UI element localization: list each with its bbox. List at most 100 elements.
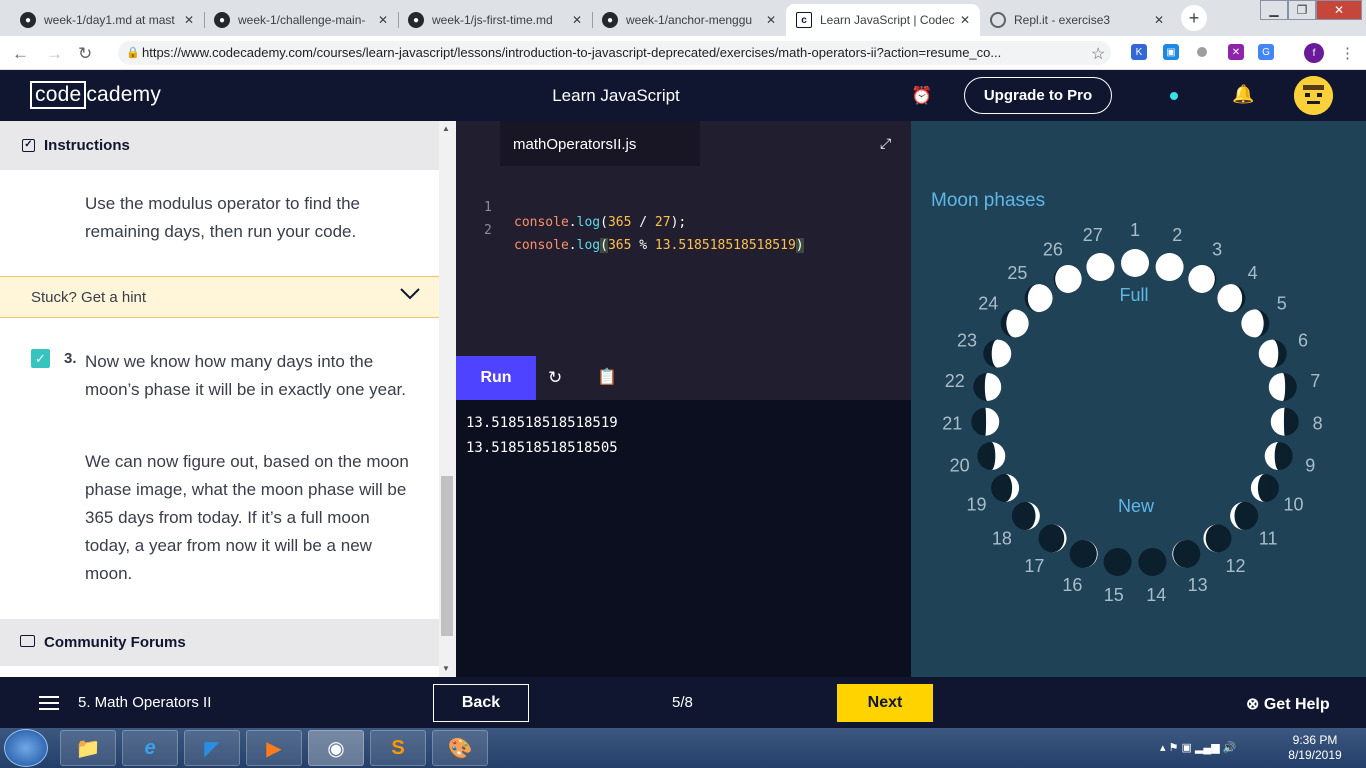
- moon-phase-14: [1138, 547, 1167, 576]
- moon-phase-7: [1268, 372, 1297, 401]
- tab-title: Learn JavaScript | Codec: [820, 13, 954, 27]
- scroll-down-icon[interactable]: ▼: [442, 664, 450, 673]
- instructions-header: ✓ Instructions: [0, 121, 439, 170]
- back-button[interactable]: Back: [433, 684, 529, 722]
- start-button[interactable]: [4, 729, 48, 767]
- moon-day-label: 26: [1043, 239, 1063, 259]
- moon-phase-13: [1172, 539, 1201, 568]
- close-tab-icon[interactable]: ✕: [960, 13, 970, 27]
- get-help-button[interactable]: ⊗ Get Help: [1246, 694, 1330, 714]
- scrollbar-thumb[interactable]: [441, 476, 453, 636]
- code-editor[interactable]: mathOperatorsII.js ⤢ 1 console.log(365 /…: [456, 121, 911, 356]
- moon-phase-5: [1241, 309, 1270, 338]
- clock[interactable]: 9:36 PM 8/19/2019: [1280, 733, 1350, 763]
- media-player-icon[interactable]: ▶: [246, 730, 302, 766]
- chrome-icon[interactable]: ◉: [308, 730, 364, 766]
- menu-kebab-icon[interactable]: ⋮: [1340, 44, 1355, 62]
- url-field[interactable]: 🔒 https://www.codecademy.com/courses/lea…: [118, 41, 1111, 65]
- tab-title: week-1/challenge-main-: [238, 13, 366, 27]
- code-line[interactable]: 2 console.log(365 % 13.518518518518519): [456, 208, 804, 268]
- hint-toggle[interactable]: Stuck? Get a hint: [0, 276, 439, 318]
- moon-day-label: 10: [1283, 495, 1303, 515]
- new-tab-button[interactable]: +: [1181, 5, 1207, 31]
- close-window-button[interactable]: ✕: [1316, 0, 1362, 20]
- lesson-footer: 5. Math Operators II Back 5/8 Next ⊗ Get…: [0, 677, 1366, 728]
- address-bar-row: ← → ↻ 🔒 https://www.codecademy.com/cours…: [0, 36, 1366, 70]
- clock-time: 9:36 PM: [1292, 733, 1338, 747]
- next-button[interactable]: Next: [837, 684, 933, 722]
- upgrade-to-pro-button[interactable]: Upgrade to Pro: [964, 77, 1112, 114]
- close-tab-icon[interactable]: ✕: [378, 13, 388, 27]
- tab-title: Repl.it - exercise3: [1014, 13, 1111, 27]
- community-forums-label: Community Forums: [44, 634, 186, 651]
- scroll-up-icon[interactable]: ▲: [442, 124, 450, 133]
- back-arrow-icon[interactable]: ←: [12, 44, 29, 64]
- maximize-button[interactable]: ❐: [1288, 0, 1316, 20]
- file-tab[interactable]: mathOperatorsII.js: [500, 121, 700, 166]
- reset-icon[interactable]: ↻: [548, 368, 562, 388]
- moon-day-label: 20: [950, 455, 970, 475]
- minimize-button[interactable]: ▁: [1260, 0, 1288, 20]
- extension-icon[interactable]: K: [1131, 44, 1147, 60]
- extension-icon[interactable]: ✕: [1228, 44, 1244, 60]
- moon-phase-3: [1188, 264, 1217, 293]
- browser-tab-active[interactable]: c Learn JavaScript | Codec ✕: [786, 4, 980, 36]
- moon-phase-25: [1024, 284, 1053, 313]
- sublime-text-icon[interactable]: S: [370, 730, 426, 766]
- internet-explorer-icon[interactable]: e: [122, 730, 178, 766]
- hamburger-menu-icon[interactable]: [39, 696, 59, 710]
- instructions-scrollbar[interactable]: ▲ ▼: [439, 121, 456, 677]
- github-icon: ●: [602, 12, 618, 28]
- lesson-title[interactable]: 5. Math Operators II: [78, 694, 211, 711]
- avatar[interactable]: [1294, 76, 1333, 115]
- browser-tab[interactable]: ● week-1/challenge-main- ✕: [204, 4, 398, 36]
- output-line: 13.518518518518505: [466, 440, 618, 456]
- moon-day-label: 11: [1259, 529, 1278, 549]
- moon-day-label: 2: [1172, 225, 1182, 245]
- task-complete-checkbox[interactable]: ✓: [31, 349, 50, 368]
- community-forums-link[interactable]: Community Forums: [0, 619, 439, 666]
- moon-title: Moon phases: [931, 190, 1045, 211]
- browser-tab-strip: ● week-1/day1.md at mast ✕ ● week-1/chal…: [0, 0, 1366, 36]
- browser-tab[interactable]: ● week-1/anchor-menggu ✕: [592, 4, 786, 36]
- windows-taskbar: 📁 e ◤ ▶ ◉ S 🎨 ▴ ⚑ ▣ ▂▄▆ 🔊 9:36 PM 8/19/2…: [0, 728, 1366, 768]
- moon-phase-4: [1217, 284, 1246, 313]
- moon-day-label: 24: [978, 294, 998, 314]
- copy-clipboard-icon[interactable]: 📋: [597, 367, 617, 387]
- tab-title: week-1/js-first-time.md: [432, 13, 553, 27]
- run-button[interactable]: Run: [456, 356, 536, 400]
- file-explorer-icon[interactable]: 📁: [60, 730, 116, 766]
- alarm-clock-icon[interactable]: ⏰: [911, 86, 932, 106]
- hint-label: Stuck? Get a hint: [31, 289, 147, 306]
- extension-icon[interactable]: ▣: [1163, 44, 1179, 60]
- bookmark-star-icon[interactable]: ☆: [1091, 44, 1105, 64]
- translate-icon[interactable]: G: [1258, 44, 1274, 60]
- url-text: https://www.codecademy.com/courses/learn…: [142, 45, 1002, 60]
- profile-icon[interactable]: f: [1304, 43, 1324, 63]
- new-moon-label: New: [1118, 496, 1155, 516]
- close-tab-icon[interactable]: ✕: [572, 13, 582, 27]
- forward-arrow-icon[interactable]: →: [46, 44, 63, 64]
- reload-icon[interactable]: ↻: [78, 44, 92, 64]
- moon-day-label: 1: [1130, 220, 1140, 240]
- close-tab-icon[interactable]: ✕: [184, 13, 194, 27]
- system-tray[interactable]: ▴ ⚑ ▣ ▂▄▆ 🔊: [1160, 741, 1236, 754]
- expand-icon[interactable]: ⤢: [880, 135, 891, 152]
- paint-icon[interactable]: 🎨: [432, 730, 488, 766]
- moon-day-label: 15: [1104, 585, 1124, 605]
- step-3-text: Now we know how many days into the moon’…: [85, 352, 406, 399]
- extension-icon[interactable]: [1197, 47, 1207, 57]
- checkbox-icon: ✓: [22, 139, 35, 152]
- close-tab-icon[interactable]: ✕: [1154, 13, 1164, 27]
- moon-phase-19: [991, 474, 1020, 502]
- browser-tab[interactable]: Repl.it - exercise3 ✕: [980, 4, 1174, 36]
- github-icon: ●: [408, 12, 424, 28]
- close-tab-icon[interactable]: ✕: [766, 13, 776, 27]
- instructions-panel: ✓ Instructions Use the modulus operator …: [0, 121, 439, 677]
- moon-day-label: 21: [942, 414, 962, 434]
- vscode-icon[interactable]: ◤: [184, 730, 240, 766]
- browser-tab[interactable]: ● week-1/js-first-time.md ✕: [398, 4, 592, 36]
- browser-tab[interactable]: ● week-1/day1.md at mast ✕: [10, 4, 204, 36]
- bell-icon[interactable]: 🔔: [1232, 84, 1254, 105]
- moon-day-label: 7: [1310, 371, 1320, 391]
